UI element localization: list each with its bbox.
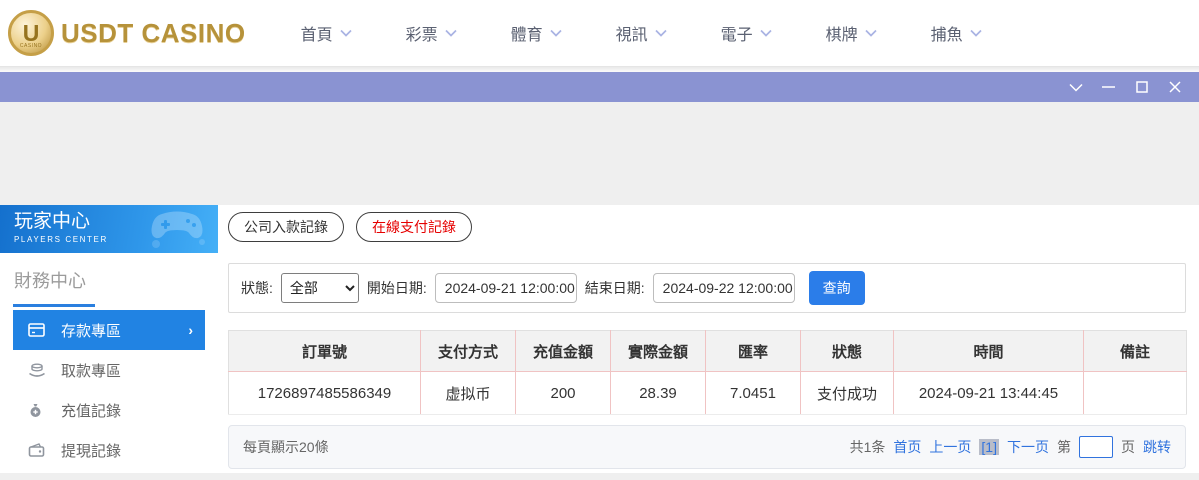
sidebar-item-label: 提現記錄	[61, 442, 122, 460]
top-header: U CASINO USDT CASINO 首頁 彩票 體育 視訊 電子 棋牌 捕…	[0, 0, 1199, 67]
current-page-badge: [1]	[979, 439, 999, 455]
start-date-label: 開始日期:	[366, 280, 427, 296]
nav-label: 彩票	[405, 27, 438, 44]
status-select[interactable]: 全部	[280, 273, 359, 303]
nav-item-live-video[interactable]: 視訊	[616, 21, 721, 45]
nav-label: 棋牌	[825, 27, 858, 44]
coin-logo-icon: U CASINO	[8, 10, 54, 56]
col-order-number: 訂單號	[228, 330, 421, 372]
money-bag-icon	[28, 402, 48, 418]
brand-logo[interactable]: U CASINO USDT CASINO	[8, 10, 246, 56]
sidebar-item-deposit-zone[interactable]: 存款專區 ›	[13, 310, 205, 350]
nav-label: 體育	[510, 27, 543, 44]
section-active-underline	[13, 304, 95, 307]
chevron-down-icon	[1068, 83, 1083, 92]
nav-item-lottery[interactable]: 彩票	[406, 21, 511, 45]
total-count-text: 共1条	[849, 439, 886, 455]
col-status: 狀態	[800, 330, 894, 372]
nav-item-sports[interactable]: 體育	[511, 21, 616, 45]
next-page-link[interactable]: 下一页	[1007, 437, 1049, 457]
cell-remark	[1083, 371, 1187, 415]
sidebar-item-recharge-records[interactable]: 充值記錄 ›	[13, 390, 205, 430]
minimize-icon	[1102, 86, 1115, 88]
start-date-input[interactable]	[434, 273, 577, 303]
chevron-down-icon	[340, 29, 352, 37]
jump-button[interactable]: 跳转	[1143, 437, 1171, 457]
sidebar-menu: 存款專區 › 取款專區 › 充值記錄 › 提現記錄 ›	[0, 310, 218, 470]
pagination-bar: 每頁顯示20條 共1条 首页 上一页 [1] 下一页 第 页 跳转	[228, 425, 1186, 469]
nav-label: 捕魚	[930, 27, 963, 44]
chevron-down-icon	[655, 29, 667, 37]
col-actual-amount: 實際金額	[610, 330, 706, 372]
chevron-right-icon: ›	[188, 322, 193, 338]
status-filter-label: 狀態:	[241, 280, 273, 296]
window-minimize-button[interactable]	[1092, 72, 1125, 102]
window-close-button[interactable]	[1158, 72, 1191, 102]
chevron-down-icon	[970, 29, 982, 37]
nav-label: 電子	[720, 27, 753, 44]
window-titlebar	[0, 72, 1199, 102]
coin-caption: CASINO	[19, 43, 43, 49]
close-icon	[1168, 81, 1181, 93]
col-remark: 備註	[1083, 330, 1187, 372]
col-recharge-amount: 充值金額	[515, 330, 611, 372]
end-date-input[interactable]	[652, 273, 795, 303]
window-collapse-button[interactable]	[1059, 72, 1092, 102]
cell-exchange-rate: 7.0451	[705, 371, 801, 415]
jump-suffix-label: 页	[1121, 439, 1135, 455]
deposit-card-icon	[28, 322, 48, 338]
page-size-text: 每頁顯示20條	[243, 439, 329, 455]
first-page-link[interactable]: 首页	[893, 437, 921, 457]
nav-item-fishing[interactable]: 捕魚	[931, 21, 1036, 45]
col-exchange-rate: 匯率	[705, 330, 801, 372]
tab-online-payment-records[interactable]: 在線支付記錄	[356, 212, 472, 242]
col-time: 時間	[893, 330, 1084, 372]
sidebar-item-label: 取款專區	[61, 362, 122, 380]
page-jump-input[interactable]	[1079, 436, 1113, 458]
chevron-down-icon	[865, 29, 877, 37]
maximize-icon	[1135, 81, 1148, 93]
deposit-records-table: 訂單號 支付方式 充值金額 實際金額 匯率 狀態 時間 備註 172689748…	[228, 330, 1187, 415]
nav-item-home[interactable]: 首頁	[301, 21, 406, 45]
record-type-tabs: 公司入款記錄 在線支付記錄	[228, 212, 1186, 242]
main-nav: 首頁 彩票 體育 視訊 電子 棋牌 捕魚	[301, 21, 1036, 45]
chevron-down-icon	[445, 29, 457, 37]
sidebar-item-withdrawal-records[interactable]: 提現記錄 ›	[13, 430, 205, 470]
cell-time: 2024-09-21 13:44:45	[893, 371, 1084, 415]
search-button[interactable]: 查詢	[808, 271, 865, 305]
cell-recharge-amount: 200	[515, 371, 611, 415]
sidebar-item-label: 存款專區	[61, 322, 122, 340]
pager-controls: 共1条 首页 上一页 [1] 下一页 第 页 跳转	[850, 436, 1171, 458]
nav-item-slots[interactable]: 電子	[721, 21, 826, 45]
sidebar-header: 玩家中心 PLAYERS CENTER	[0, 205, 218, 253]
wallet-icon	[28, 442, 48, 458]
cell-payment-method: 虚拟币	[420, 371, 516, 415]
chevron-down-icon	[550, 29, 562, 37]
players-center-sidebar: 玩家中心 PLAYERS CENTER 財務中心 存款專區 › 取款專區 充值記…	[0, 205, 218, 473]
sidebar-item-label: 充值記錄	[61, 402, 122, 420]
tab-company-deposit-records[interactable]: 公司入款記錄	[228, 212, 344, 242]
nav-label: 視訊	[615, 27, 648, 44]
coin-letter: U	[22, 19, 40, 46]
window-maximize-button[interactable]	[1125, 72, 1158, 102]
col-payment-method: 支付方式	[420, 330, 516, 372]
jump-prefix-label: 第	[1057, 439, 1071, 455]
table-header-row: 訂單號 支付方式 充值金額 實際金額 匯率 狀態 時間 備註	[228, 330, 1187, 372]
deposit-records-panel: 公司入款記錄 在線支付記錄 狀態: 全部 開始日期: 結束日期: 查詢 訂單號 …	[218, 205, 1199, 473]
nav-item-board-games[interactable]: 棋牌	[826, 21, 931, 45]
prev-page-link[interactable]: 上一页	[929, 437, 971, 457]
gamepad-icon	[144, 208, 210, 253]
cell-actual-amount: 28.39	[610, 371, 706, 415]
table-row: 1726897485586349 虚拟币 200 28.39 7.0451 支付…	[228, 371, 1187, 415]
nav-label: 首頁	[300, 27, 333, 44]
filter-bar: 狀態: 全部 開始日期: 結束日期: 查詢	[228, 263, 1186, 313]
brand-name: USDT CASINO	[61, 17, 246, 48]
chevron-down-icon	[760, 29, 772, 37]
end-date-label: 結束日期:	[584, 280, 645, 296]
cell-order-number: 1726897485586349	[228, 371, 421, 415]
hand-coins-icon	[28, 362, 48, 378]
cell-status: 支付成功	[800, 371, 894, 415]
finance-center-section-label: 財務中心	[14, 271, 86, 291]
sidebar-item-withdraw-zone[interactable]: 取款專區 ›	[13, 350, 205, 390]
